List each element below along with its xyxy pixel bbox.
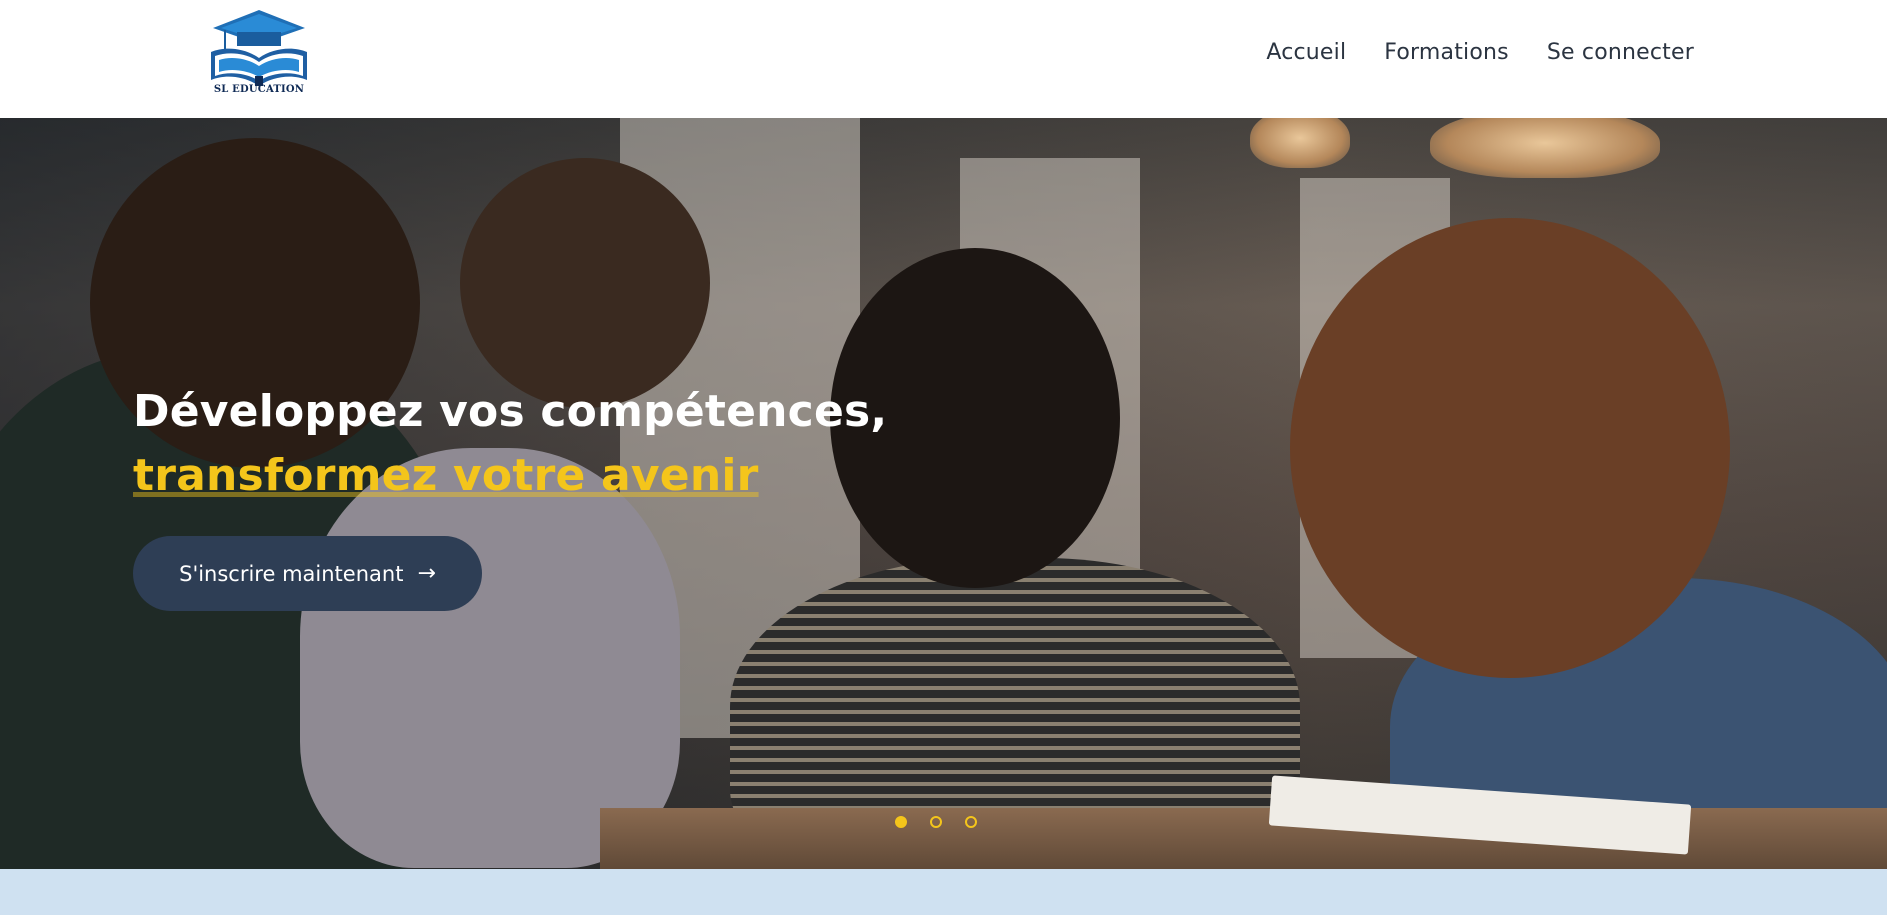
carousel-indicators <box>895 816 977 828</box>
carousel-dot-1[interactable] <box>895 816 907 828</box>
hero-title: Développez vos compétences, transformez … <box>133 380 887 508</box>
ceiling-lamp <box>1250 118 1350 168</box>
site-header: SL EDUCATION Accueil Formations Se conne… <box>0 0 1887 118</box>
hero-carousel: Développez vos compétences, transformez … <box>0 118 1887 869</box>
nav-link-accueil[interactable]: Accueil <box>1266 40 1346 65</box>
hero-title-line1: Développez vos compétences, <box>133 386 888 437</box>
next-section-band <box>0 869 1887 915</box>
carousel-dot-2[interactable] <box>930 816 942 828</box>
carousel-dot-3[interactable] <box>965 816 977 828</box>
register-now-button[interactable]: S'inscrire maintenant → <box>133 536 482 611</box>
person-right-head <box>1290 218 1730 678</box>
nav-link-formations[interactable]: Formations <box>1384 40 1509 65</box>
person-second <box>300 448 680 868</box>
ceiling-lamp <box>1430 118 1660 178</box>
logo-text: SL EDUCATION <box>213 84 305 95</box>
main-nav: Accueil Formations Se connecter <box>1266 40 1694 65</box>
register-now-label: S'inscrire maintenant <box>179 561 404 586</box>
arrow-right-icon: → <box>417 561 436 586</box>
nav-link-se-connecter[interactable]: Se connecter <box>1547 40 1694 65</box>
table <box>600 808 1887 869</box>
person-second-head <box>460 158 710 408</box>
hero-title-line2: transformez votre avenir <box>133 450 759 501</box>
